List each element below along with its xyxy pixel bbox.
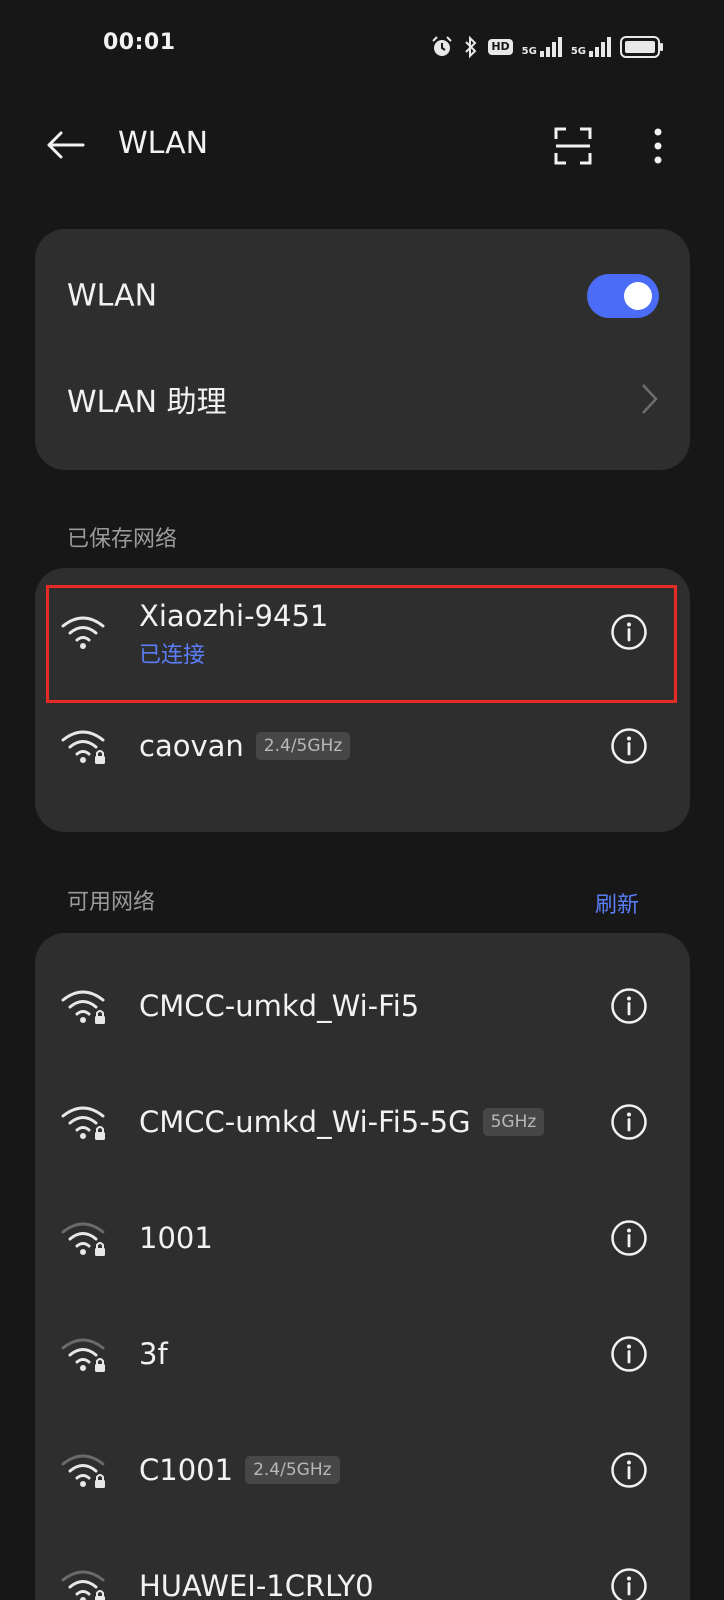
- network-name: HUAWEI-1CRLY0: [139, 1569, 374, 1600]
- info-icon[interactable]: [610, 987, 648, 1025]
- chevron-right-icon: [642, 384, 658, 414]
- bluetooth-icon: [465, 35, 477, 59]
- available-networks-header: 可用网络: [67, 890, 156, 915]
- more-vertical-icon: [654, 128, 662, 164]
- wifi-locked-icon: [61, 1106, 105, 1140]
- refresh-button[interactable]: 刷新: [595, 887, 639, 919]
- back-button[interactable]: [42, 122, 88, 168]
- info-icon[interactable]: [610, 1567, 648, 1600]
- available-network-row-2[interactable]: 1001: [35, 1180, 690, 1296]
- available-network-row-5[interactable]: HUAWEI-1CRLY0: [35, 1528, 690, 1600]
- signal-5g-secondary-icon: 5G: [571, 37, 611, 57]
- info-icon[interactable]: [610, 1219, 648, 1257]
- frequency-badge: 2.4/5GHz: [255, 732, 351, 760]
- network-name: 3f: [139, 1337, 168, 1371]
- wifi-full-icon: [61, 616, 105, 649]
- scan-qr-button[interactable]: [552, 125, 594, 167]
- network-name: CMCC-umkd_Wi-Fi5: [139, 989, 420, 1023]
- saved-network-row-1[interactable]: caovan 2.4/5GHz: [35, 688, 690, 804]
- info-icon[interactable]: [610, 1103, 648, 1141]
- status-icons: HD 5G 5G: [430, 33, 664, 61]
- wifi-medium-locked-icon: [61, 1570, 105, 1600]
- info-icon[interactable]: [610, 727, 648, 765]
- wlan-assistant-row[interactable]: WLAN 助理: [35, 347, 690, 451]
- wlan-toggle-row[interactable]: WLAN: [35, 244, 690, 348]
- network-name: Xiaozhi-9451: [139, 599, 329, 633]
- available-network-row-3[interactable]: 3f: [35, 1296, 690, 1412]
- saved-network-row-0[interactable]: Xiaozhi-9451 已连接: [35, 574, 690, 690]
- connected-network-info: Xiaozhi-9451 已连接: [139, 596, 328, 672]
- info-icon[interactable]: [610, 1451, 648, 1489]
- scan-icon: [554, 127, 592, 165]
- toggle-knob: [624, 282, 652, 310]
- available-networks-card: CMCC-umkd_Wi-Fi5 CMCC-umkd_Wi-Fi5-5G 5GH…: [35, 933, 690, 1600]
- battery-icon: [620, 36, 663, 58]
- wlan-settings-screen: 00:01 HD 5G 5G WLAN WLAN WLAN 助理 已保存网络 X…: [0, 0, 724, 1600]
- frequency-badge: 5GHz: [482, 1108, 545, 1136]
- wlan-assistant-label: WLAN 助理: [67, 385, 227, 420]
- info-icon[interactable]: [610, 1335, 648, 1373]
- alarm-icon: [432, 36, 453, 56]
- wifi-medium-locked-icon: [61, 1338, 105, 1372]
- status-time: 00:01: [103, 30, 176, 55]
- signal-5g-icon: 5G: [522, 37, 562, 57]
- available-network-row-0[interactable]: CMCC-umkd_Wi-Fi5: [35, 948, 690, 1064]
- wifi-medium-locked-icon: [61, 1222, 105, 1256]
- wlan-toggle-label: WLAN: [67, 278, 158, 314]
- hd-voice-icon: HD: [488, 39, 513, 55]
- connection-status: 已连接: [139, 643, 206, 668]
- wifi-locked-icon: [61, 990, 105, 1024]
- wifi-medium-locked-icon: [61, 1454, 105, 1488]
- more-options-button[interactable]: [641, 125, 675, 167]
- network-name: CMCC-umkd_Wi-Fi5-5G: [139, 1105, 471, 1139]
- back-arrow-icon: [47, 131, 85, 159]
- network-name: caovan: [139, 729, 244, 763]
- network-name: C1001: [139, 1453, 234, 1487]
- saved-networks-header: 已保存网络: [67, 527, 178, 552]
- network-name: 1001: [139, 1221, 213, 1255]
- available-network-row-1[interactable]: CMCC-umkd_Wi-Fi5-5G 5GHz: [35, 1064, 690, 1180]
- saved-networks-card: Xiaozhi-9451 已连接 caovan 2.4/5GHz: [35, 568, 690, 832]
- page-title: WLAN: [118, 126, 209, 161]
- frequency-badge: 2.4/5GHz: [245, 1456, 340, 1484]
- wlan-toggle-switch[interactable]: [587, 274, 659, 318]
- wifi-locked-icon: [61, 730, 105, 764]
- wlan-settings-card: WLAN WLAN 助理: [35, 229, 690, 470]
- info-icon[interactable]: [610, 613, 648, 651]
- available-network-row-4[interactable]: C1001 2.4/5GHz: [35, 1412, 690, 1528]
